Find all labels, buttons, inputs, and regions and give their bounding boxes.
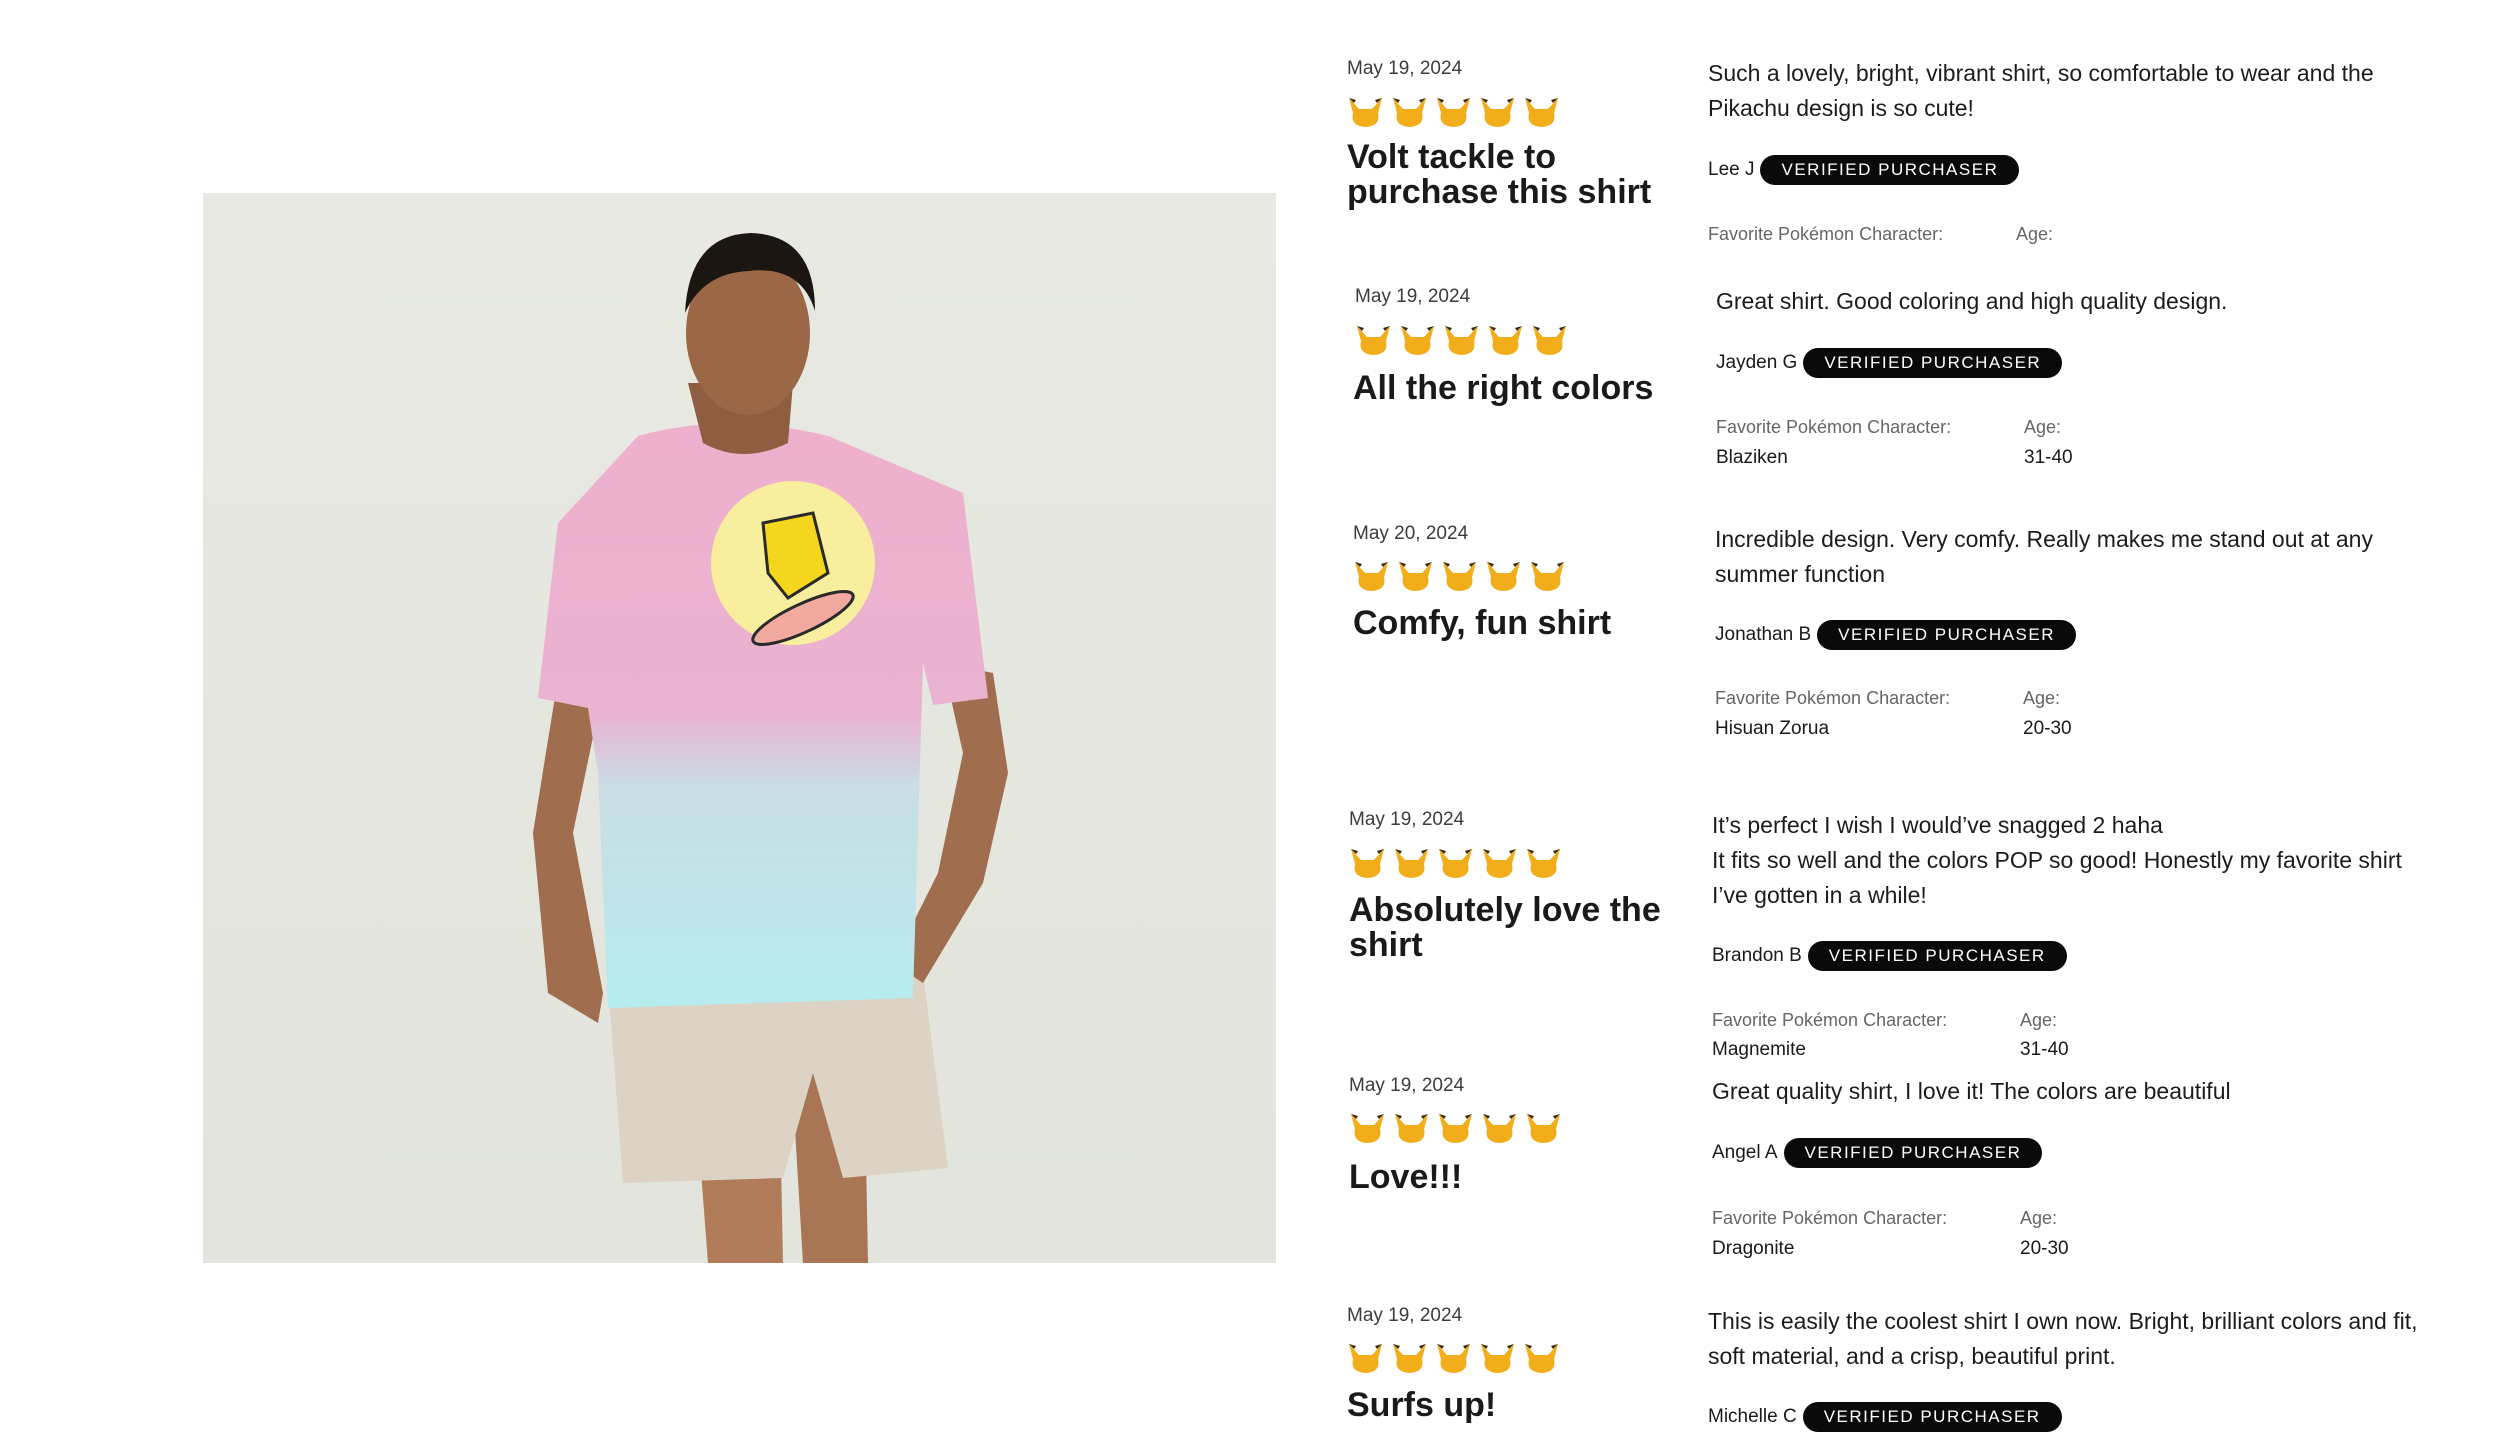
favorite-value: Dragonite (1712, 1238, 1795, 1259)
pikachu-head-icon (1399, 562, 1432, 591)
review-date: May 19, 2024 (1349, 1075, 1465, 1096)
verified-purchaser-badge: VERIFIED PURCHASER (1807, 941, 2067, 971)
pikachu-head-icon (1489, 326, 1522, 355)
review-body: It’s perfect I wish I would’ve snagged 2… (1712, 812, 2402, 908)
pikachu-head-icon (1349, 1344, 1382, 1373)
age-label: Age: (2024, 417, 2062, 437)
favorite-value: Hisuan Zorua (1715, 718, 1830, 739)
review-title: Love!!! (1349, 1158, 1463, 1196)
pikachu-head-icon (1437, 98, 1470, 127)
pikachu-head-icon (1525, 1344, 1558, 1373)
review-body: Great quality shirt, I love it! The colo… (1712, 1078, 2231, 1104)
verified-purchaser-badge: VERIFIED PURCHASER (1760, 155, 2020, 185)
pikachu-head-icon (1525, 98, 1558, 127)
pikachu-head-icon (1393, 98, 1426, 127)
star-rating (1349, 847, 1562, 879)
review-body: Incredible design. Very comfy. Really ma… (1715, 526, 2373, 587)
star-rating (1355, 324, 1568, 356)
favorite-label: Favorite Pokémon Character: (1708, 224, 1944, 244)
favorite-label: Favorite Pokémon Character: (1712, 1010, 1948, 1030)
age-label: Age: (2020, 1010, 2058, 1030)
star-rating (1353, 560, 1566, 592)
pikachu-head-icon (1439, 849, 1472, 878)
reviewer-row: Angel A VERIFIED PURCHASER (1712, 1138, 2043, 1168)
review-body: Such a lovely, bright, vibrant shirt, so… (1708, 60, 2374, 121)
age-label: Age: (2016, 224, 2054, 244)
pikachu-head-icon (1533, 326, 1566, 355)
review-title: Absolutely love the shirt (1349, 891, 1661, 964)
reviewer-row: Lee J VERIFIED PURCHASER (1708, 155, 2020, 185)
review-date: May 19, 2024 (1347, 1305, 1463, 1326)
pikachu-head-icon (1401, 326, 1434, 355)
pikachu-head-icon (1351, 849, 1384, 878)
pikachu-head-icon (1487, 562, 1520, 591)
product-image (203, 193, 1276, 1263)
reviewer-row: Michelle C VERIFIED PURCHASER (1708, 1402, 2062, 1432)
review-title: All the right colors (1353, 369, 1654, 407)
pikachu-head-icon (1395, 849, 1428, 878)
star-rating (1349, 1112, 1562, 1144)
favorite-value: Blaziken (1716, 447, 1788, 468)
verified-purchaser-badge: VERIFIED PURCHASER (1817, 620, 2077, 650)
verified-purchaser-badge: VERIFIED PURCHASER (1803, 348, 2063, 378)
review-date: May 19, 2024 (1355, 286, 1471, 307)
pikachu-head-icon (1393, 1344, 1426, 1373)
review-title: Surfs up! (1347, 1386, 1497, 1424)
review-body: This is easily the coolest shirt I own n… (1708, 1308, 2418, 1369)
review-date: May 19, 2024 (1347, 58, 1463, 79)
pikachu-head-icon (1443, 562, 1476, 591)
pikachu-head-icon (1351, 1114, 1384, 1143)
pikachu-head-icon (1395, 1114, 1428, 1143)
favorite-label: Favorite Pokémon Character: (1715, 688, 1951, 708)
review-date: May 20, 2024 (1353, 523, 1469, 544)
review-body: Great shirt. Good coloring and high qual… (1716, 288, 2228, 314)
review-title: Volt tackle to purchase this shirt (1347, 138, 1652, 211)
pikachu-head-icon (1437, 1344, 1470, 1373)
star-rating (1347, 96, 1560, 128)
reviewer-row: Jayden G VERIFIED PURCHASER (1716, 348, 2063, 378)
age-value: 20-30 (2020, 1238, 2069, 1259)
pikachu-head-icon (1481, 1344, 1514, 1373)
reviewer-name: Michelle C (1708, 1406, 1797, 1427)
review-title: Comfy, fun shirt (1353, 604, 1612, 642)
pikachu-head-icon (1527, 849, 1560, 878)
model-illustration (533, 233, 1008, 1263)
pikachu-head-icon (1355, 562, 1388, 591)
pikachu-head-icon (1439, 1114, 1472, 1143)
pikachu-head-icon (1349, 98, 1382, 127)
pikachu-head-icon (1483, 1114, 1516, 1143)
age-label: Age: (2023, 688, 2061, 708)
reviewer-name: Lee J (1708, 159, 1755, 180)
favorite-label: Favorite Pokémon Character: (1716, 417, 1952, 437)
reviewer-row: Brandon B VERIFIED PURCHASER (1712, 941, 2067, 971)
pikachu-head-icon (1481, 98, 1514, 127)
verified-purchaser-badge: VERIFIED PURCHASER (1783, 1138, 2043, 1168)
reviewer-name: Jonathan B (1715, 624, 1812, 645)
pikachu-head-icon (1527, 1114, 1560, 1143)
age-value: 20-30 (2023, 718, 2072, 739)
favorite-label: Favorite Pokémon Character: (1712, 1208, 1948, 1228)
review-date: May 19, 2024 (1349, 809, 1465, 830)
reviewer-row: Jonathan B VERIFIED PURCHASER (1715, 620, 2077, 650)
reviewer-name: Brandon B (1712, 945, 1802, 966)
pikachu-head-icon (1483, 849, 1516, 878)
star-rating (1347, 1342, 1560, 1374)
pikachu-head-icon (1445, 326, 1478, 355)
reviewer-name: Jayden G (1716, 352, 1798, 373)
favorite-value: Magnemite (1712, 1039, 1806, 1060)
pikachu-head-icon (1531, 562, 1564, 591)
pikachu-head-icon (1357, 326, 1390, 355)
age-label: Age: (2020, 1208, 2058, 1228)
age-value: 31-40 (2024, 447, 2073, 468)
age-value: 31-40 (2020, 1039, 2069, 1060)
verified-purchaser-badge: VERIFIED PURCHASER (1802, 1402, 2062, 1432)
reviewer-name: Angel A (1712, 1142, 1778, 1163)
